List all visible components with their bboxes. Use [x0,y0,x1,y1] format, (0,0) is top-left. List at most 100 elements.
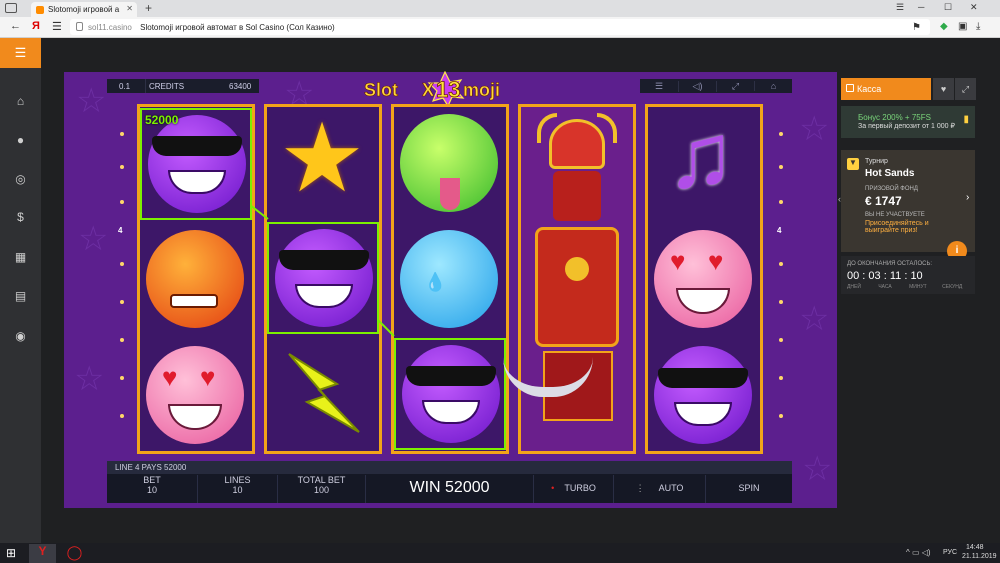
line-dot [120,262,124,266]
casino-favicon-icon [36,6,44,14]
line-dot [779,165,783,169]
bookmark-icon[interactable]: ⚑ [912,22,921,33]
symbol-heart-eyes-emoji: ♥ ♥ [648,224,758,334]
fullscreen-icon[interactable]: ⤢ [716,81,754,92]
yandex-icon[interactable]: Я [32,20,40,32]
symbol-heart-eyes-emoji: ♥ ♥ [140,340,250,450]
tabs-icon[interactable]: ☰ [52,20,62,33]
yandex-browser-taskbar-icon[interactable]: Y [29,544,56,563]
credits-label: CREDITS [149,82,185,91]
back-icon[interactable]: ← [10,20,21,32]
url-domain: sol11.casino [88,23,132,32]
reel-4 [503,104,636,454]
user-icon[interactable]: ● [0,133,41,147]
protect-shield-icon[interactable]: ◆ [940,21,948,32]
line-dot [779,338,783,342]
reel-1: 52000 ♥ ♥ [137,104,255,454]
line-dot [779,132,783,136]
bg-star-icon: ☆ [76,82,107,120]
symbol-star: ★ [279,105,366,212]
win-line-connector [378,320,395,337]
windows-taskbar [0,543,1000,563]
line-dot [779,200,783,204]
window-maximize-icon[interactable]: ☐ [944,2,952,13]
turbo-button[interactable]: • TURBO [533,475,613,503]
favorite-heart-icon[interactable]: ♥ [933,78,954,100]
extension-icon[interactable]: ▣ [958,21,967,32]
game-menu-icon[interactable]: ☰ [640,81,678,92]
countdown-hours: 03 [868,270,881,282]
windows-start-icon[interactable]: ⊞ [6,546,16,560]
tab-close-icon[interactable]: ✕ [126,4,133,13]
new-tab-icon[interactable]: + [145,1,152,15]
symbol-cool-emoji: 52000 [140,108,252,220]
tournament-countdown: ДО ОКОНЧАНИЯ ОСТАЛОСЬ: 00 : 03 : 11 : 10… [841,256,975,294]
next-arrow-icon[interactable]: › [966,192,969,203]
calendar-icon[interactable]: ▤ [0,289,41,303]
wallet-icon [846,84,854,92]
url-field[interactable]: sol11.casino Slotomoji игровой автомат в… [70,19,930,35]
prize-fund-label: ПРИЗОВОЙ ФОНД [865,186,918,192]
minutes-unit: МИНУТ [909,284,927,290]
countdown-seconds: 10 [910,270,923,282]
credits-panel: 0.1 CREDITS 63400 [107,79,259,93]
line-dot [779,300,783,304]
bet-control[interactable]: BET 10 [107,475,197,503]
spin-button[interactable]: SPIN [705,475,792,503]
tournament-name: Hot Sands [865,168,915,179]
lock-icon [76,22,83,31]
win-amount-badge: 52000 [145,113,179,127]
window-menu-icon[interactable]: ☰ [896,2,904,13]
symbol-music-note: ♫ [666,105,735,207]
logo-part-moji: moji [463,80,500,100]
game-top-controls: ☰ ◁) ⤢ ⌂ [640,79,792,93]
line-dot [120,300,124,304]
total-bet-value: 100 [313,485,330,495]
menu-hamburger-icon[interactable]: ☰ [0,38,41,68]
clock-date[interactable]: 21.11.2019 [962,553,997,560]
lines-control[interactable]: LINES 10 [197,475,277,503]
url-page-title: Slotomoji игровой автомат в Sol Casino (… [140,23,335,32]
browser-tab[interactable]: Slotomoji игровой а ✕ [31,2,137,17]
lobby-home-icon[interactable]: ⌂ [754,81,792,91]
bonus-banner[interactable]: Бонус 200% + 75FS За первый депозит от 1… [841,106,975,138]
prev-arrow-icon[interactable]: ‹ [838,194,841,204]
home-icon[interactable]: ⌂ [0,94,41,108]
hours-unit: ЧАСА [878,284,892,290]
countdown-minutes: 11 [889,270,902,282]
symbol-lightning [267,340,377,450]
tournament-card[interactable]: ▼ Турнир Hot Sands ПРИЗОВОЙ ФОНД € 1747 … [838,150,975,252]
slotomoji-logo: Slot X 13 moji [364,71,500,107]
opera-taskbar-icon[interactable]: ◯ [61,544,88,563]
gamepad-icon[interactable]: ◎ [0,172,41,186]
total-bet-label: TOTAL BET [297,475,346,485]
language-indicator[interactable]: РУС [943,549,957,556]
sound-icon[interactable]: ◁) [678,81,716,92]
tray-icons[interactable]: ^ ▭ ◁) [906,548,931,557]
line-dot [779,262,783,266]
support-24-icon[interactable]: ◉ [0,329,41,343]
downloads-icon[interactable]: ⤓ [976,21,980,32]
dollar-icon[interactable]: $ [0,210,41,224]
symbol-angry-emoji [140,224,250,334]
reel-5: ♫ ♥ ♥ [645,104,763,454]
cashier-button[interactable]: Касса [841,78,931,100]
symbol-cool-emoji [267,222,379,334]
gift-icon[interactable]: ▦ [0,250,41,264]
window-close-icon[interactable]: ✕ [970,2,978,13]
total-bet-display: TOTAL BET 100 [277,475,365,503]
expand-icon[interactable]: ⤢ [955,78,976,100]
auto-button[interactable]: ⋮ AUTO [613,475,705,503]
bet-value: 10 [146,485,157,495]
line-dot [120,165,124,169]
auto-options-icon[interactable]: ⋮ [636,483,645,493]
samurai-wild-symbol [503,107,633,451]
tabs-overview-icon[interactable] [5,3,17,13]
logo-part-x: X [422,80,434,100]
turbo-indicator-icon: • [551,483,555,493]
clock-time[interactable]: 14:48 [966,544,984,551]
window-minimize-icon[interactable]: ─ [918,2,924,12]
tab-title: Slotomoji игровой а [48,5,120,14]
join-link[interactable]: Присоединяйтесь и выиграйте приз! [865,220,953,234]
line-dot [779,376,783,380]
